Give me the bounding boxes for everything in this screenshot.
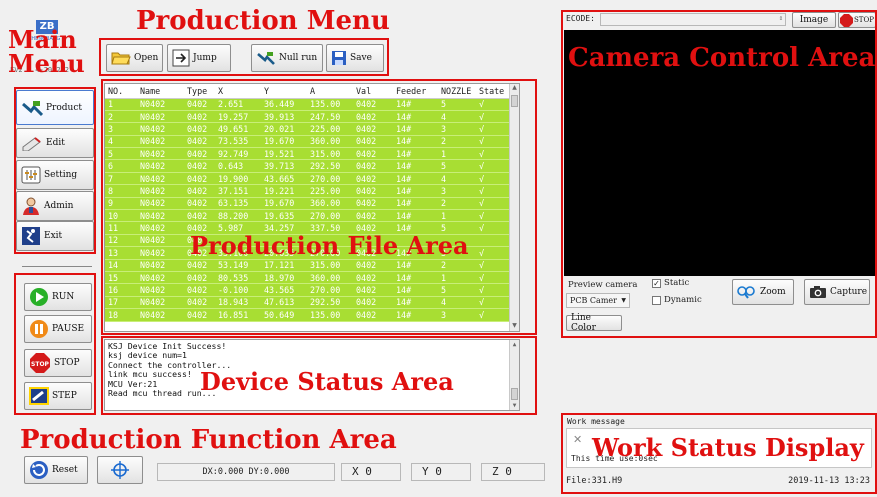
main-menu-box — [14, 87, 96, 254]
z-display: Z 0 — [481, 463, 545, 481]
locate-button[interactable] — [97, 456, 143, 484]
crosshair-icon — [110, 460, 130, 480]
main-menu-annotation: Main Menu — [8, 25, 85, 78]
x-display: X 0 — [341, 463, 401, 481]
production-menu-annotation: Production Menu — [136, 6, 390, 36]
production-file-area-annotation: Production File Area — [190, 231, 469, 260]
reset-button[interactable]: Reset — [24, 456, 88, 484]
sidebar-divider — [22, 266, 92, 267]
z-value: Z 0 — [492, 465, 512, 478]
device-status-area-annotation: Device Status Area — [200, 367, 454, 396]
reset-label: Reset — [52, 465, 78, 475]
production-function-area-annotation: Production Function Area — [20, 425, 397, 455]
dxdy-display: DX:0.000 DY:0.000 — [157, 463, 335, 481]
reset-icon — [29, 460, 49, 480]
production-function-area-box — [14, 273, 96, 415]
work-status-display-annotation: Work Status Display — [592, 433, 864, 462]
dxdy-value: DX:0.000 DY:0.000 — [202, 467, 290, 477]
camera-control-area-annotation: Camera Control Area — [568, 43, 876, 73]
y-value: Y 0 — [422, 465, 442, 478]
production-menu-box — [99, 38, 389, 76]
y-display: Y 0 — [411, 463, 471, 481]
x-value: X 0 — [352, 465, 372, 478]
production-file-area-box — [101, 79, 537, 335]
